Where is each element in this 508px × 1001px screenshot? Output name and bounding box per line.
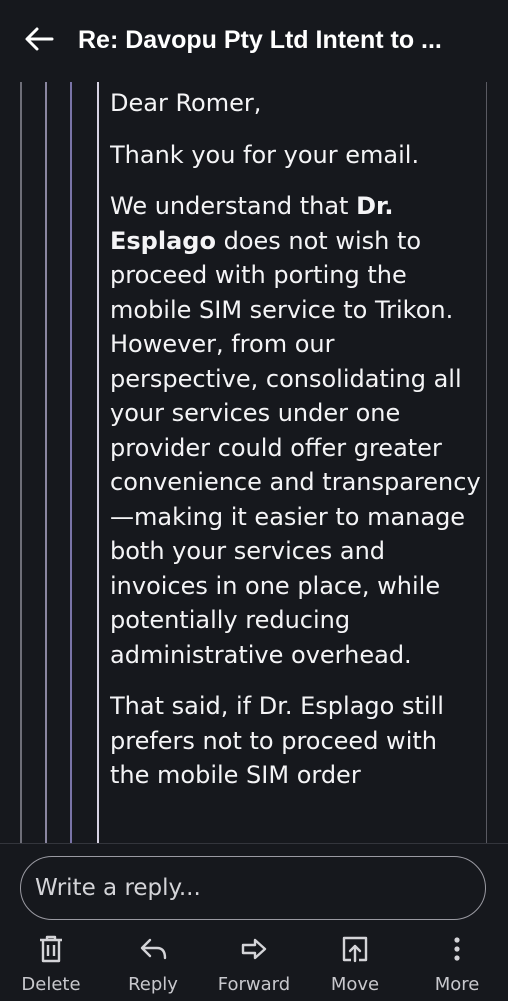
quote-rail	[97, 82, 99, 850]
reply-label: Reply	[128, 974, 178, 995]
move-icon	[342, 936, 368, 963]
reply-footer: Delete Reply Forward	[0, 843, 508, 1001]
back-button[interactable]	[22, 22, 56, 56]
forward-label: Forward	[217, 974, 291, 995]
email-body: Dear Romer, Thank you for your email. We…	[110, 86, 482, 844]
thanks-line: Thank you for your email.	[110, 140, 420, 169]
email-subject: Re: Davopu Pty Ltd Intent to ...	[78, 26, 442, 54]
paragraph-2: That said, if Dr. Esplago still prefers …	[110, 692, 444, 789]
reply-field[interactable]	[20, 856, 486, 920]
delete-button[interactable]: Delete	[6, 934, 96, 998]
paragraph-1: We understand that Dr. Esplago does not …	[110, 192, 481, 669]
reply-button[interactable]: Reply	[108, 934, 198, 998]
move-label: Move	[330, 974, 380, 995]
delete-label: Delete	[21, 974, 81, 995]
greeting: Dear Romer,	[110, 89, 262, 117]
more-button[interactable]: More	[412, 934, 502, 998]
reply-icon	[140, 938, 167, 960]
move-button[interactable]: Move	[310, 934, 400, 998]
more-vertical-icon	[454, 937, 460, 961]
app-bar: Re: Davopu Pty Ltd Intent to ...	[0, 0, 508, 80]
quote-rail	[486, 82, 487, 850]
quote-rail	[20, 82, 22, 850]
forward-button[interactable]: Forward	[209, 934, 299, 998]
forward-icon	[241, 938, 267, 960]
quote-rail	[45, 82, 47, 850]
more-label: More	[434, 974, 480, 995]
quote-rail	[70, 82, 72, 850]
action-bar: Delete Reply Forward Move More	[0, 934, 508, 998]
reply-input[interactable]	[21, 874, 457, 902]
trash-icon	[40, 935, 62, 963]
arrow-left-icon	[25, 27, 54, 51]
